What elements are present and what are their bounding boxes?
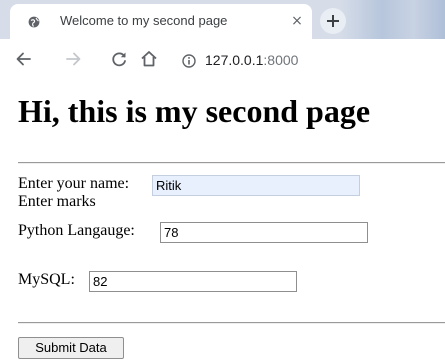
plus-icon	[327, 15, 339, 27]
url-port: :8000	[263, 52, 299, 68]
divider-top	[18, 162, 445, 164]
marks-label: Enter marks	[18, 193, 96, 210]
page-content: Hi, this is my second page Enter your na…	[0, 81, 445, 360]
name-label: Enter your name:	[18, 175, 130, 192]
name-input[interactable]: Ritik	[152, 175, 360, 196]
forward-arrow-icon[interactable]	[63, 49, 83, 69]
mysql-label: MySQL:	[18, 271, 75, 288]
tab-strip: Welcome to my second page ×	[0, 0, 445, 39]
browser-toolbar: 127.0.0.1:8000	[0, 39, 445, 81]
divider-bottom	[18, 322, 445, 324]
url-text[interactable]: 127.0.0.1:8000	[205, 52, 298, 68]
info-icon[interactable]	[182, 54, 196, 68]
reload-icon[interactable]	[109, 49, 129, 69]
new-tab-button[interactable]	[320, 8, 346, 34]
submit-data-button[interactable]: Submit Data	[18, 337, 124, 359]
close-icon[interactable]: ×	[289, 13, 305, 29]
page-heading: Hi, this is my second page	[18, 93, 371, 129]
tab-strip-background	[340, 0, 445, 39]
url-host: 127.0.0.1	[205, 52, 264, 68]
home-icon[interactable]	[139, 49, 159, 69]
tab-title: Welcome to my second page	[60, 13, 228, 28]
back-arrow-icon[interactable]	[14, 49, 34, 69]
mysql-marks-input[interactable]: 82	[89, 271, 297, 292]
browser-tab[interactable]: Welcome to my second page ×	[10, 4, 312, 39]
address-bar[interactable]: 127.0.0.1:8000	[172, 43, 445, 77]
globe-icon	[28, 16, 40, 28]
python-label: Python Langauge:	[18, 222, 135, 239]
python-marks-input[interactable]: 78	[160, 222, 368, 243]
